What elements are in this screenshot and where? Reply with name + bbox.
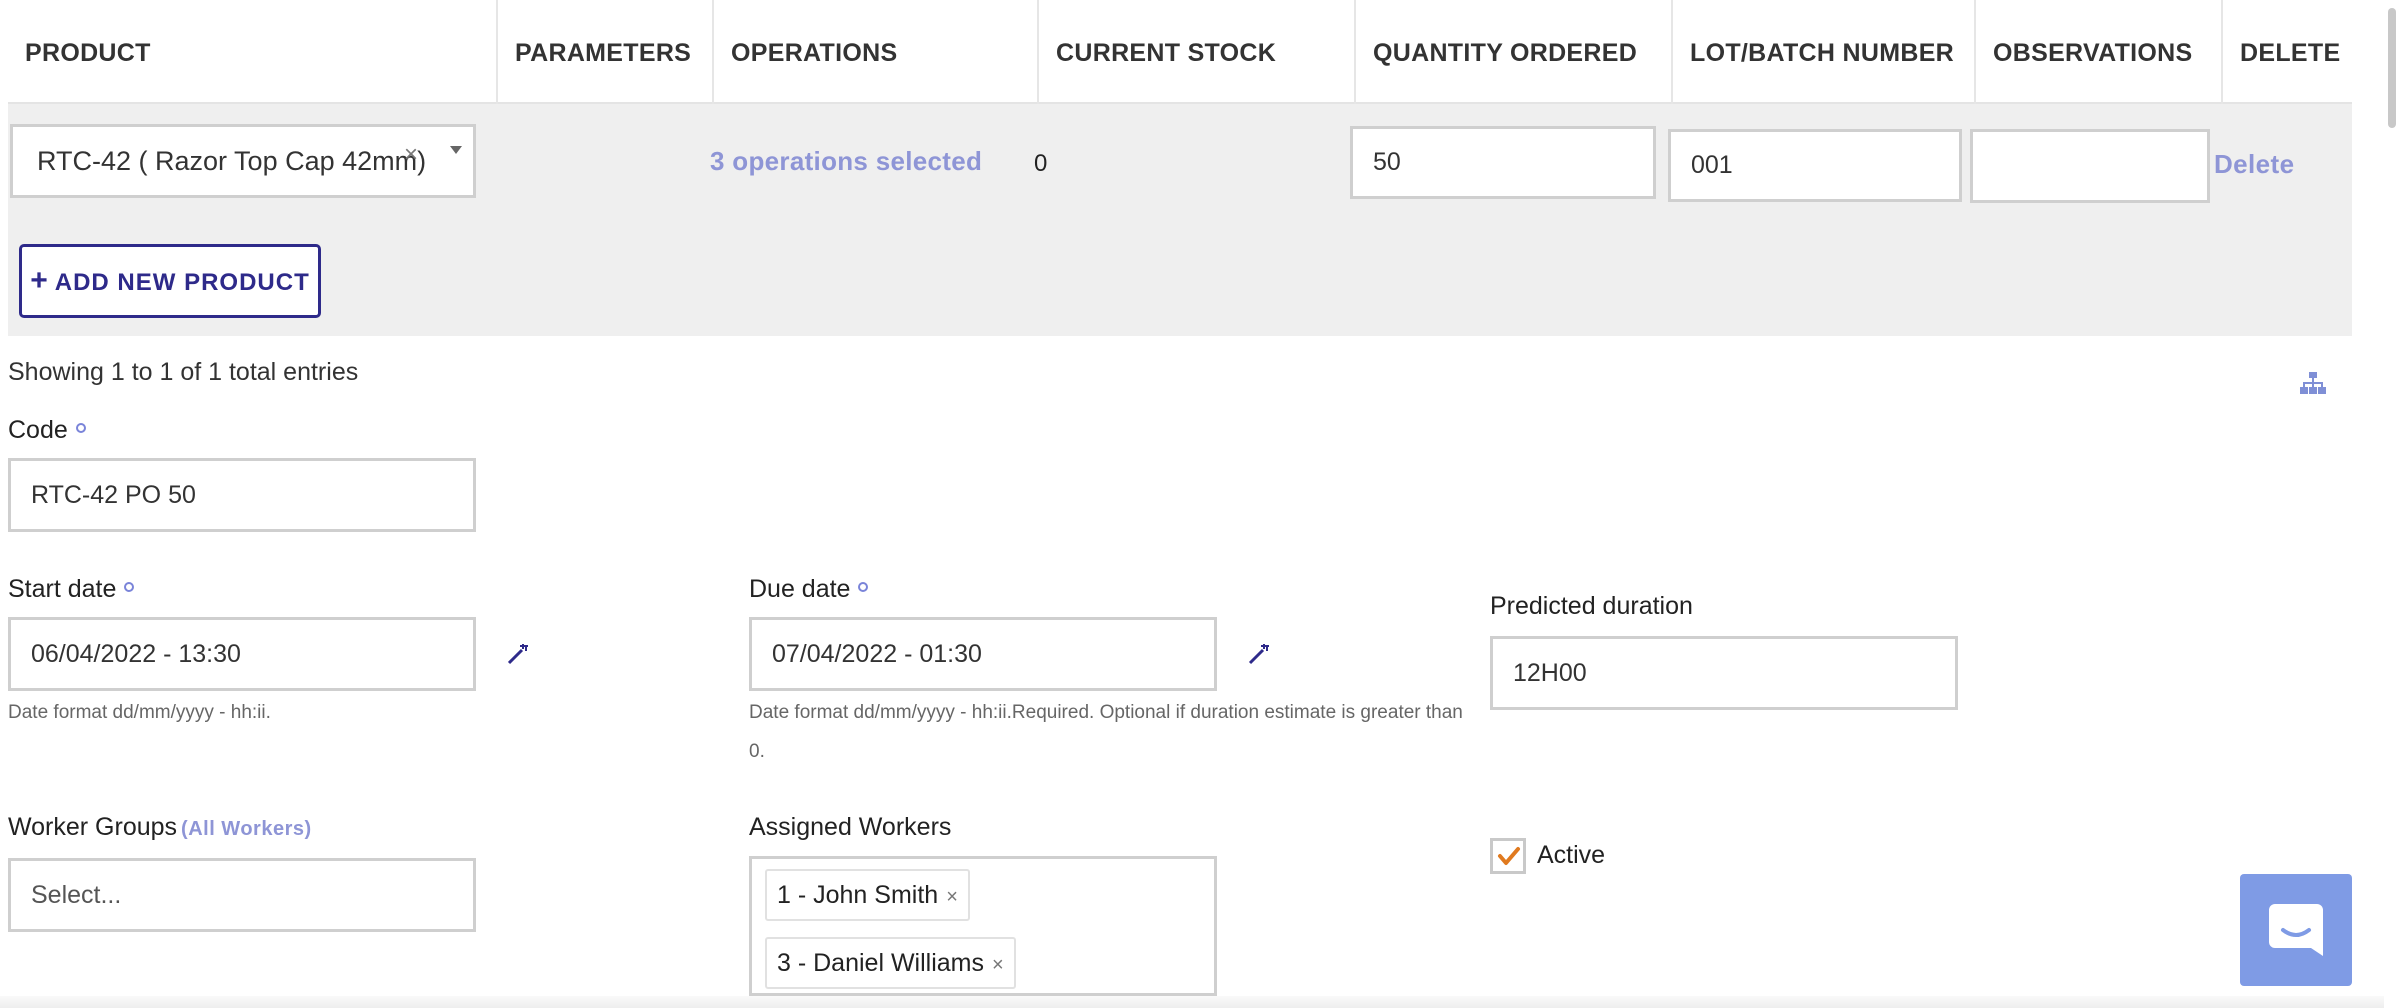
required-indicator-icon — [124, 582, 135, 593]
scrollbar-track[interactable] — [2384, 0, 2400, 1008]
table-header: PRODUCT PARAMETERS OPERATIONS CURRENT ST… — [8, 0, 2352, 104]
sitemap-icon[interactable] — [2300, 372, 2326, 394]
col-header-parameters: PARAMETERS — [496, 0, 712, 104]
start-date-hint: Date format dd/mm/yyyy - hh:ii. — [8, 702, 271, 723]
start-date-label-text: Start date — [8, 575, 117, 603]
worker-tag-label: 3 - Daniel Williams — [777, 949, 984, 977]
operations-link[interactable]: 3 operations selected — [710, 146, 982, 177]
start-date-label: Start date — [8, 575, 135, 604]
worker-groups-label: Worker Groups (All Workers) — [8, 813, 312, 842]
due-date-label-text: Due date — [749, 575, 851, 603]
predicted-duration-label: Predicted duration — [1490, 592, 1693, 620]
col-header-quantity-ordered: QUANTITY ORDERED — [1354, 0, 1671, 104]
col-header-delete: DELETE — [2221, 0, 2352, 104]
lot-batch-number-input[interactable]: 001 — [1668, 129, 1962, 202]
due-date-label: Due date — [749, 575, 869, 604]
chevron-down-icon[interactable] — [450, 146, 462, 154]
all-workers-link[interactable]: (All Workers) — [181, 818, 312, 840]
worker-tag-label: 1 - John Smith — [777, 881, 939, 909]
delete-row-link[interactable]: Delete — [2214, 149, 2294, 180]
entries-summary: Showing 1 to 1 of 1 total entries — [8, 358, 359, 386]
magic-wand-icon[interactable] — [1247, 642, 1271, 666]
col-header-product: PRODUCT — [25, 39, 151, 67]
worker-tag: 1 - John Smith × — [765, 869, 970, 921]
due-date-hint: Date format dd/mm/yyyy - hh:ii.Required.… — [749, 702, 1463, 723]
due-date-input[interactable]: 07/04/2022 - 01:30 — [749, 617, 1217, 691]
page-bottom-edge — [0, 996, 2384, 1008]
observations-input[interactable] — [1970, 129, 2210, 203]
worker-groups-label-text: Worker Groups — [8, 813, 178, 841]
worker-groups-select[interactable]: Select... — [8, 858, 476, 932]
worker-tag: 3 - Daniel Williams × — [765, 937, 1016, 989]
add-new-product-label: ADD NEW PRODUCT — [54, 269, 310, 296]
active-checkbox[interactable] — [1490, 838, 1526, 874]
scrollbar-thumb[interactable] — [2388, 8, 2396, 128]
col-header-lot-batch-number: LOT/BATCH NUMBER — [1671, 0, 1974, 104]
remove-tag-icon[interactable]: × — [992, 954, 1004, 976]
magic-wand-icon[interactable] — [506, 642, 530, 666]
current-stock-value: 0 — [1034, 150, 1048, 177]
checkmark-icon — [1498, 847, 1520, 865]
active-label: Active — [1537, 841, 1606, 869]
col-header-observations: OBSERVATIONS — [1974, 0, 2221, 104]
plus-icon: + — [30, 264, 49, 297]
chat-icon — [2269, 904, 2323, 956]
start-date-input[interactable]: 06/04/2022 - 13:30 — [8, 617, 476, 691]
code-label: Code — [8, 416, 86, 445]
predicted-duration-input[interactable]: 12H00 — [1490, 636, 1958, 710]
add-new-product-button[interactable]: + ADD NEW PRODUCT — [19, 244, 321, 318]
assigned-workers-label: Assigned Workers — [749, 813, 952, 841]
required-indicator-icon — [75, 423, 86, 434]
chat-widget-button[interactable] — [2240, 874, 2352, 986]
quantity-ordered-input[interactable]: 50 — [1350, 126, 1656, 199]
col-header-operations: OPERATIONS — [712, 0, 1037, 104]
assigned-workers-select[interactable]: 1 - John Smith × 3 - Daniel Williams × — [749, 856, 1217, 996]
due-date-hint-cont: 0. — [749, 741, 765, 762]
remove-tag-icon[interactable]: × — [946, 886, 958, 908]
required-indicator-icon — [858, 582, 869, 593]
code-label-text: Code — [8, 416, 68, 444]
col-header-current-stock: CURRENT STOCK — [1037, 0, 1354, 104]
clear-selection-icon[interactable]: × — [404, 141, 418, 169]
code-input[interactable]: RTC-42 PO 50 — [8, 458, 476, 532]
